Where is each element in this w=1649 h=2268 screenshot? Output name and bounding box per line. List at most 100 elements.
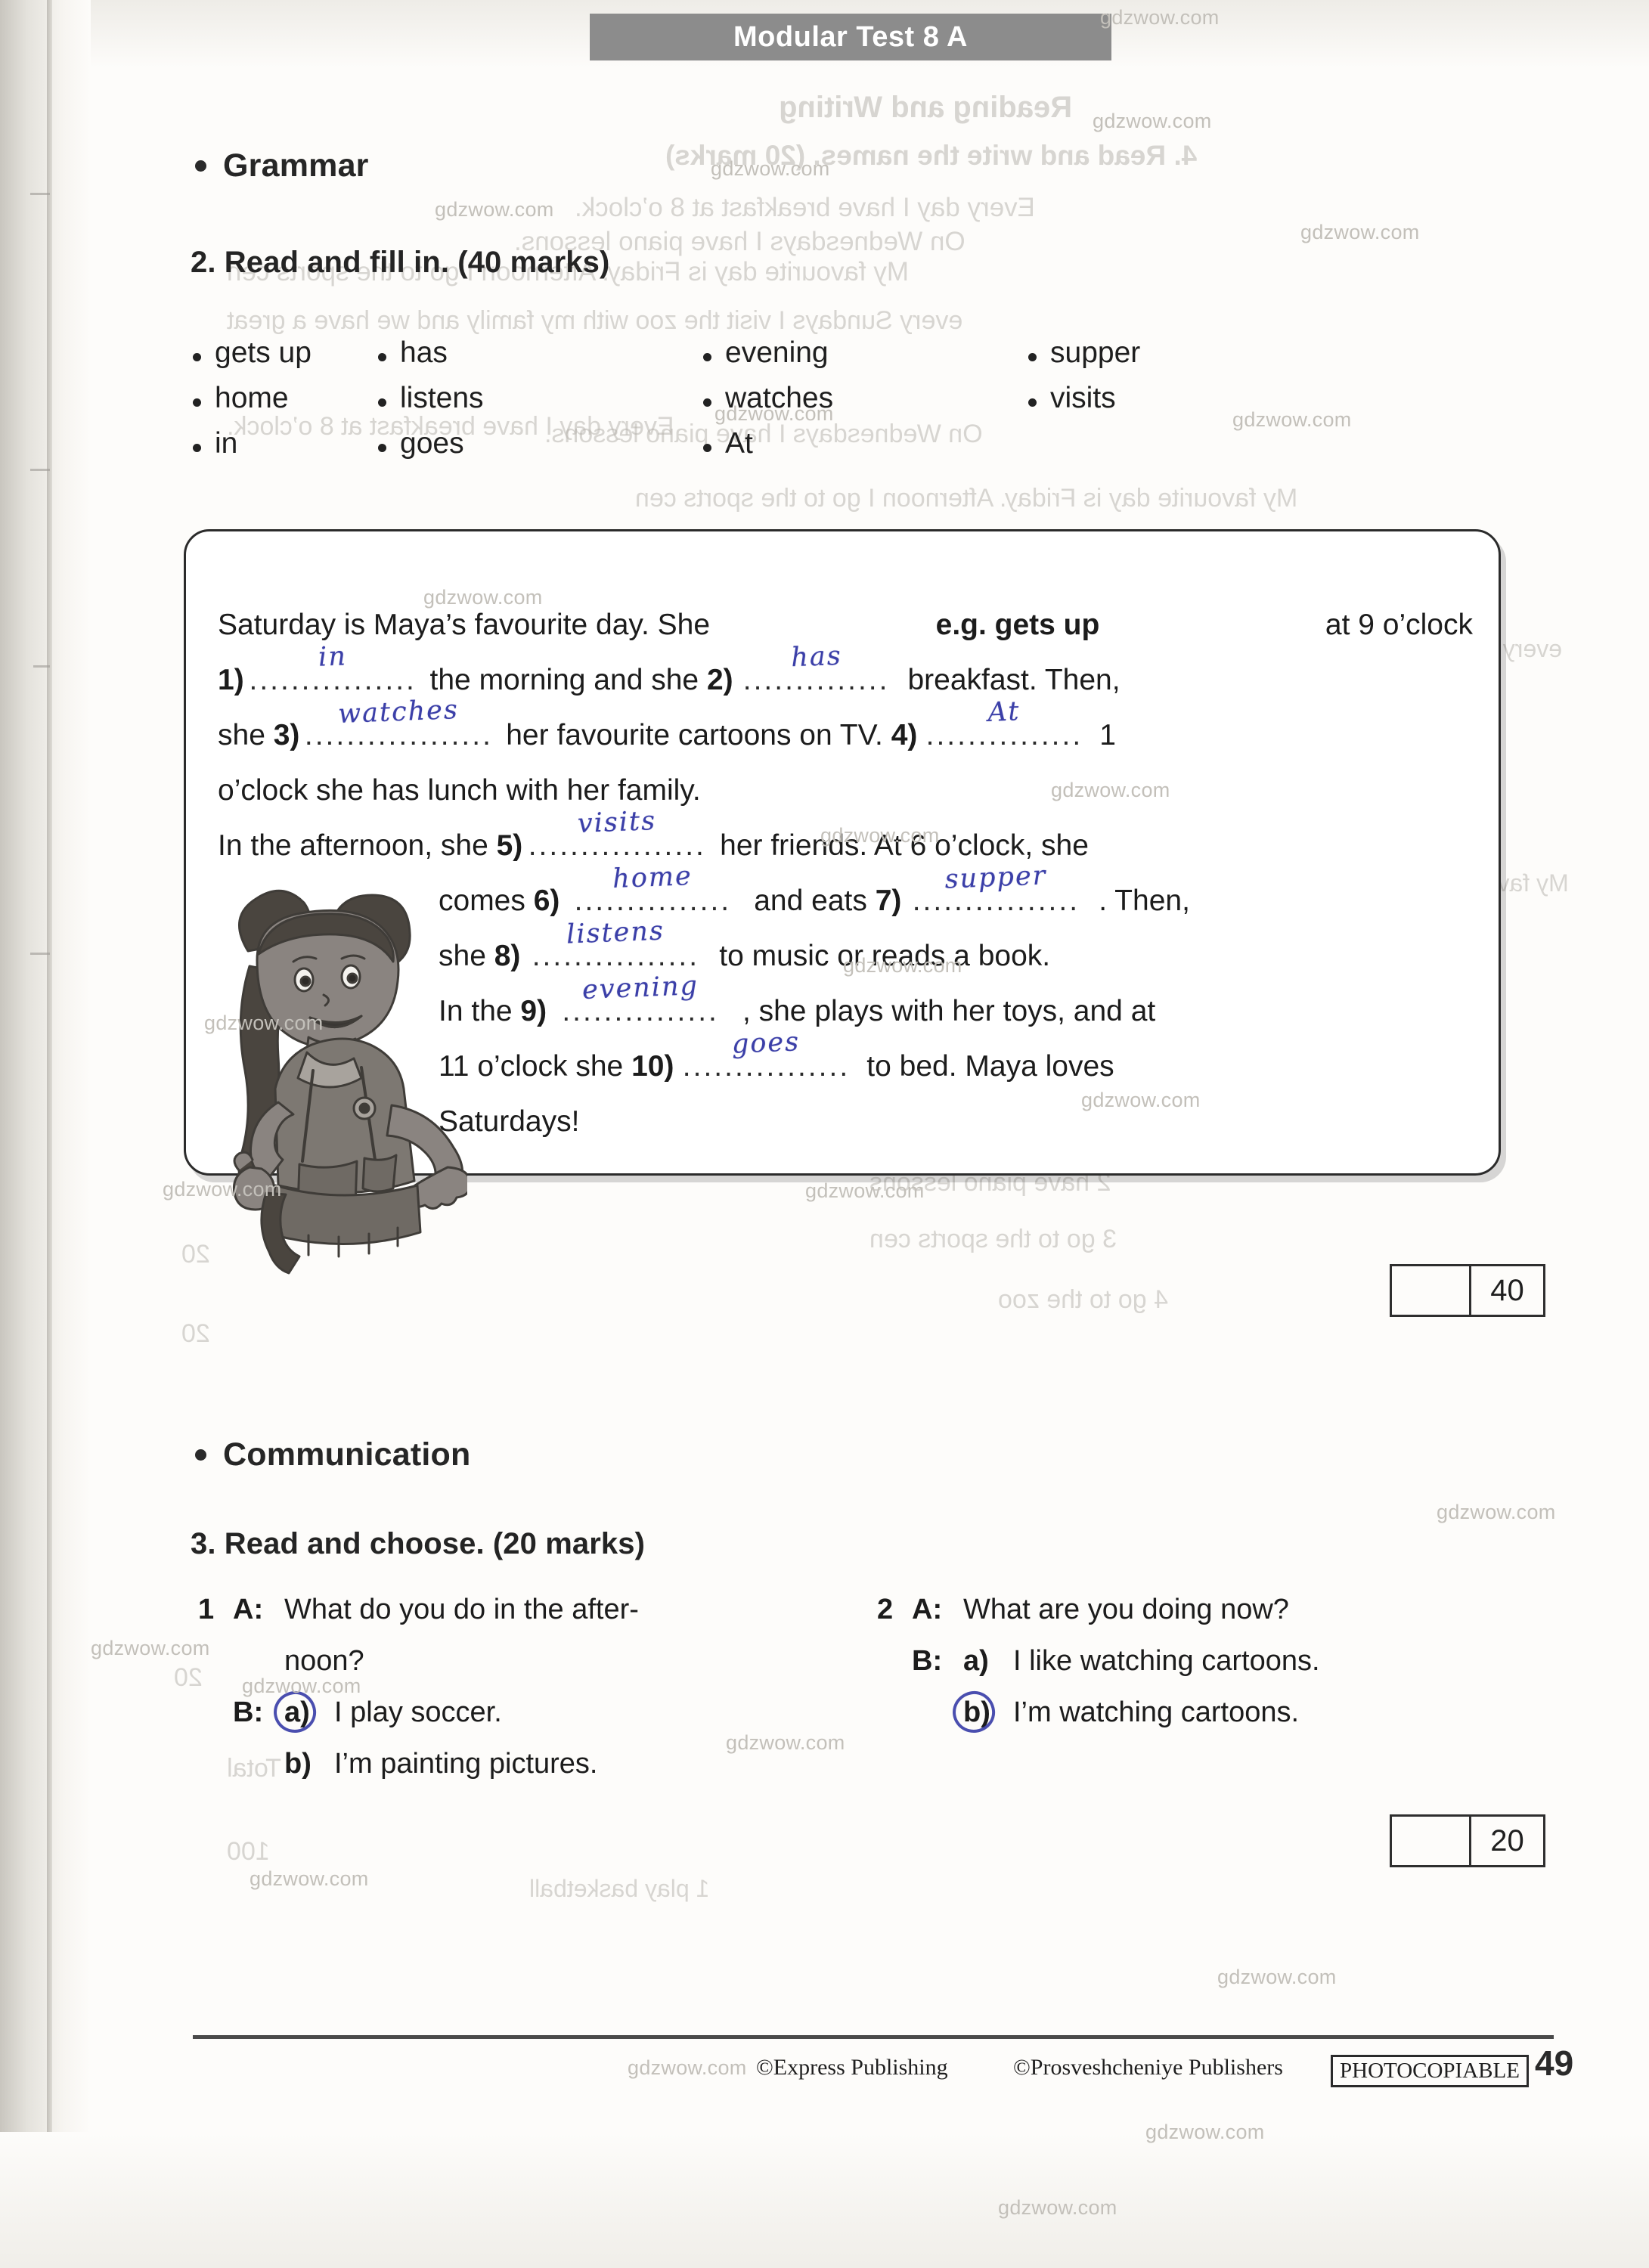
footer-express-publishing: ©Express Publishing: [756, 2055, 948, 2080]
passage-text: she: [439, 940, 494, 972]
bullet-icon: [703, 398, 711, 407]
passage-bold-text: 9): [520, 995, 547, 1027]
word-bank-label: evening: [725, 336, 829, 369]
handwritten-answer: in: [318, 641, 348, 673]
word-bank-item[interactable]: supper: [1028, 336, 1331, 382]
word-bank-item[interactable]: home: [193, 382, 378, 427]
passage-text: the morning and she: [421, 664, 707, 696]
score-input-task-2[interactable]: [1392, 1266, 1471, 1315]
watermark-text: gdzwow.com: [628, 2056, 747, 2079]
answer-blank[interactable]: goes................: [674, 1027, 858, 1094]
bleed-through-text: Reading and Writing: [779, 91, 1073, 124]
option-letter-selected[interactable]: b): [963, 1687, 1013, 1738]
word-bank-item[interactable]: At: [703, 427, 1028, 472]
word-bank-item[interactable]: has: [378, 336, 703, 382]
bullet-icon: [378, 444, 386, 452]
word-bank-item[interactable]: goes: [378, 427, 703, 472]
passage-bold-text: 2): [706, 664, 733, 696]
bleed-through-text: 100: [227, 1837, 270, 1866]
passage-line: comes 6) home............... and eats 7) s…: [218, 860, 1473, 928]
dialogue-number: 2: [877, 1594, 894, 1625]
word-bank: gets up has evening supper home listens watche…: [193, 336, 1539, 472]
passage-text: 11 o’clock she: [439, 1050, 632, 1083]
passage-text: her favourite cartoons on TV.: [497, 719, 891, 751]
bullet-icon: [1028, 353, 1037, 361]
watermark-text: gdzwow.com: [435, 198, 554, 221]
passage-line: In the 9) evening............... , she pl…: [218, 971, 1473, 1039]
scan-shadow-left: [0, 0, 91, 2268]
passage-text: In the: [439, 995, 521, 1027]
book-spine-shadow: [47, 0, 52, 2268]
passage-line: she 8) listens................ to music o…: [218, 916, 1473, 984]
dialogue-option-row[interactable]: B: a) I like watching cartoons.: [877, 1635, 1542, 1687]
word-bank-item[interactable]: visits: [1028, 382, 1331, 427]
word-bank-item[interactable]: evening: [703, 336, 1028, 382]
bullet-icon: [193, 444, 201, 452]
word-bank-item[interactable]: watches: [703, 382, 1028, 427]
passage-text: . Then,: [1090, 885, 1190, 917]
passage-line: In the afternoon, she 5) visits..........…: [218, 806, 1473, 873]
word-bank-item[interactable]: listens: [378, 382, 703, 427]
handwritten-answer: goes: [731, 1027, 801, 1060]
section-heading-grammar: Grammar: [195, 147, 369, 184]
answer-blank[interactable]: has..............: [733, 641, 900, 708]
option-text: I play soccer.: [334, 1696, 502, 1728]
option-letter[interactable]: b): [284, 1738, 334, 1789]
bleed-through-text: Every day I have breakfast at 8 o’clock.: [575, 193, 1035, 222]
test-title: Modular Test 8 A: [733, 20, 968, 53]
bleed-through-text: 4. Read and write the names. (20 marks): [665, 140, 1198, 171]
scan-edge-tick: [30, 193, 50, 195]
word-bank-label: watches: [725, 382, 834, 414]
dialogue-row-spacer: [198, 1738, 233, 1789]
bullet-icon: [193, 353, 201, 361]
passage-bold-text: 7): [875, 885, 902, 917]
passage-text: Saturday is Maya’s favourite day. She e.…: [218, 597, 1473, 1149]
dialogue-question-row: 1 A: What do you do in the after-: [198, 1584, 826, 1635]
word-bank-item[interactable]: in: [193, 427, 378, 472]
dialogue-row-spacer: [198, 1687, 233, 1738]
bullet-icon: [703, 444, 711, 452]
answer-blank[interactable]: supper................: [901, 860, 1090, 928]
score-input-task-3[interactable]: [1392, 1817, 1471, 1865]
scan-edge-tick: [30, 469, 50, 471]
word-bank-label: listens: [400, 382, 484, 414]
dialogue-question-text: What do you do in the after-: [284, 1594, 639, 1625]
scan-edge-tick: [33, 665, 50, 668]
passage-line: o’clock she has lunch with her family.: [218, 763, 1473, 818]
score-box-task-3: 20: [1390, 1814, 1545, 1867]
bullet-icon: [1028, 398, 1037, 407]
passage-bold-text: 6): [533, 885, 560, 917]
passage-bold-text: 1): [218, 664, 244, 696]
bleed-through-text: every Sundays I visit the zoo with my fa…: [227, 306, 963, 335]
word-bank-item[interactable]: gets up: [193, 336, 378, 382]
option-letter-selected[interactable]: a): [284, 1687, 334, 1738]
bullet-icon: [195, 160, 206, 172]
dialogue-option-row[interactable]: b) I’m watching cartoons.: [877, 1687, 1542, 1738]
passage-bold-text: 8): [494, 940, 521, 972]
watermark-text: gdzwow.com: [1093, 110, 1212, 132]
passage-bold-text: 4): [891, 719, 918, 751]
option-letter[interactable]: a): [963, 1635, 1013, 1687]
answer-blank[interactable]: At...............: [917, 696, 1091, 763]
passage-text: 1: [1091, 719, 1116, 751]
dialogue-option-row[interactable]: b) I’m painting pictures.: [198, 1738, 826, 1789]
scan-shadow-bottom: [0, 2132, 1649, 2268]
passage-bold-text: 3): [273, 719, 300, 751]
dialogue-number: 1: [198, 1594, 215, 1625]
word-bank-label: goes: [400, 427, 464, 460]
speaker-b-label: B:: [912, 1645, 943, 1677]
passage-line: 11 o’clock she 10) goes................ t…: [218, 1027, 1473, 1094]
answer-blank[interactable]: watches..................: [299, 695, 497, 763]
word-bank-label: visits: [1050, 382, 1116, 414]
task-2-instruction: 2. Read and fill in. (40 marks): [191, 246, 610, 279]
word-bank-label: At: [725, 427, 753, 460]
watermark-text: gdzwow.com: [711, 157, 830, 180]
watermark-text: gdzwow.com: [1145, 2121, 1265, 2143]
passage-text: In the afternoon, she: [218, 829, 497, 862]
speaker-a-label: A:: [233, 1594, 264, 1625]
bleed-through-text: 20: [181, 1319, 210, 1348]
dialogue-option-row[interactable]: B: a) I play soccer.: [198, 1687, 826, 1738]
passage-bold-text: e.g. gets up: [935, 609, 1100, 641]
handwritten-answer: has: [790, 640, 843, 674]
answer-blank[interactable]: evening...............: [547, 971, 734, 1039]
